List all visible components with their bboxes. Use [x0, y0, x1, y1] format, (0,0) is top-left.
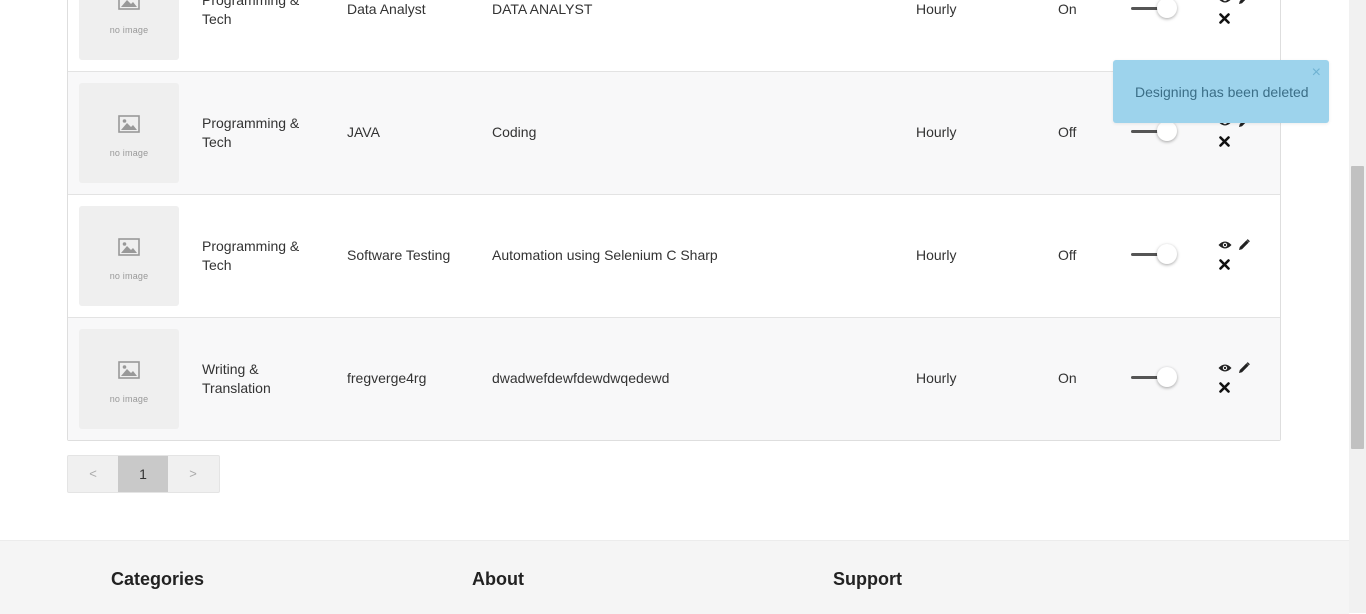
toast-message: Designing has been deleted: [1135, 84, 1309, 100]
gig-thumbnail: no image: [79, 0, 179, 60]
image-placeholder-icon: [118, 0, 140, 10]
row-actions: [1218, 117, 1258, 157]
pencil-icon[interactable]: [1238, 362, 1250, 374]
next-page-button[interactable]: >: [168, 456, 218, 492]
status-cell: On: [1058, 369, 1077, 388]
type-cell: Hourly: [916, 369, 956, 388]
no-image-label: no image: [79, 271, 179, 281]
toggle-knob[interactable]: [1157, 121, 1177, 141]
table-row: no image Writing & Translation fregverge…: [68, 318, 1280, 440]
subcategory-cell: Data Analyst: [347, 0, 426, 19]
row-actions: [1218, 0, 1258, 34]
category-cell: Programming & Tech: [202, 0, 322, 29]
toast-close-button[interactable]: ×: [1312, 65, 1321, 81]
eye-icon[interactable]: [1218, 0, 1232, 4]
status-cell: Off: [1058, 123, 1076, 142]
status-cell: On: [1058, 0, 1077, 19]
no-image-label: no image: [79, 25, 179, 35]
table-row: no image Programming & Tech JAVA Coding …: [68, 72, 1280, 195]
gig-thumbnail: no image: [79, 83, 179, 183]
status-toggle[interactable]: [1131, 0, 1181, 23]
subcategory-cell: JAVA: [347, 123, 380, 142]
toggle-knob[interactable]: [1157, 244, 1177, 264]
footer: Categories About Support: [0, 540, 1349, 614]
gigs-table: no image Programming & Tech Data Analyst…: [67, 0, 1281, 441]
close-icon[interactable]: [1219, 136, 1230, 147]
current-page-button[interactable]: 1: [118, 456, 168, 492]
close-icon[interactable]: [1219, 13, 1230, 24]
type-cell: Hourly: [916, 123, 956, 142]
scrollbar-thumb[interactable]: [1351, 166, 1364, 449]
category-cell: Programming & Tech: [202, 114, 322, 152]
close-icon[interactable]: [1219, 382, 1230, 393]
category-cell: Programming & Tech: [202, 237, 322, 275]
eye-icon[interactable]: [1218, 363, 1232, 373]
notification-toast: × Designing has been deleted: [1113, 60, 1329, 123]
no-image-label: no image: [79, 148, 179, 158]
pencil-icon[interactable]: [1238, 239, 1250, 251]
status-toggle[interactable]: [1131, 241, 1181, 269]
pagination: < 1 >: [67, 455, 220, 493]
close-icon[interactable]: [1219, 259, 1230, 270]
table-row: no image Programming & Tech Software Tes…: [68, 195, 1280, 318]
gig-thumbnail: no image: [79, 206, 179, 306]
image-placeholder-icon: [118, 238, 140, 256]
no-image-label: no image: [79, 394, 179, 404]
title-cell: DATA ANALYST: [492, 0, 592, 19]
footer-heading-categories: Categories: [111, 569, 204, 590]
toggle-knob[interactable]: [1157, 367, 1177, 387]
type-cell: Hourly: [916, 0, 956, 19]
pencil-icon[interactable]: [1238, 0, 1250, 5]
table-row: no image Programming & Tech Data Analyst…: [68, 0, 1280, 72]
footer-heading-support: Support: [833, 569, 902, 590]
status-toggle[interactable]: [1131, 364, 1181, 392]
gig-thumbnail: no image: [79, 329, 179, 429]
title-cell: Coding: [492, 123, 536, 142]
row-actions: [1218, 240, 1258, 280]
image-placeholder-icon: [118, 361, 140, 379]
subcategory-cell: fregverge4rg: [347, 369, 426, 388]
footer-heading-about: About: [472, 569, 524, 590]
image-placeholder-icon: [118, 115, 140, 133]
prev-page-button[interactable]: <: [68, 456, 118, 492]
type-cell: Hourly: [916, 246, 956, 265]
subcategory-cell: Software Testing: [347, 246, 450, 265]
status-cell: Off: [1058, 246, 1076, 265]
eye-icon[interactable]: [1218, 240, 1232, 250]
category-cell: Writing & Translation: [202, 360, 322, 398]
toggle-knob[interactable]: [1157, 0, 1177, 18]
page-scrollbar[interactable]: [1349, 0, 1366, 613]
row-actions: [1218, 363, 1258, 403]
title-cell: Automation using Selenium C Sharp: [492, 246, 718, 265]
title-cell: dwadwefdewfdewdwqedewd: [492, 369, 669, 388]
